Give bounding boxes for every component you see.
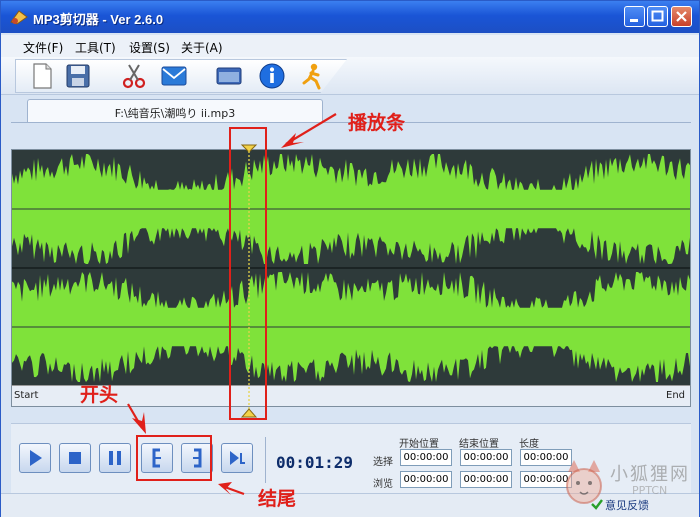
end-annotation: 结尾	[258, 488, 297, 510]
start-annotation: 开头	[80, 384, 119, 406]
fox-logo-icon	[566, 460, 602, 504]
watermark-text: 小狐狸网	[610, 464, 690, 485]
watermark-url: PPTCN	[632, 484, 668, 497]
watermark: 小狐狸网 PPTCN	[560, 454, 700, 514]
annotation-arrows	[127, 113, 337, 496]
playbar-annotation: 播放条	[348, 112, 406, 134]
